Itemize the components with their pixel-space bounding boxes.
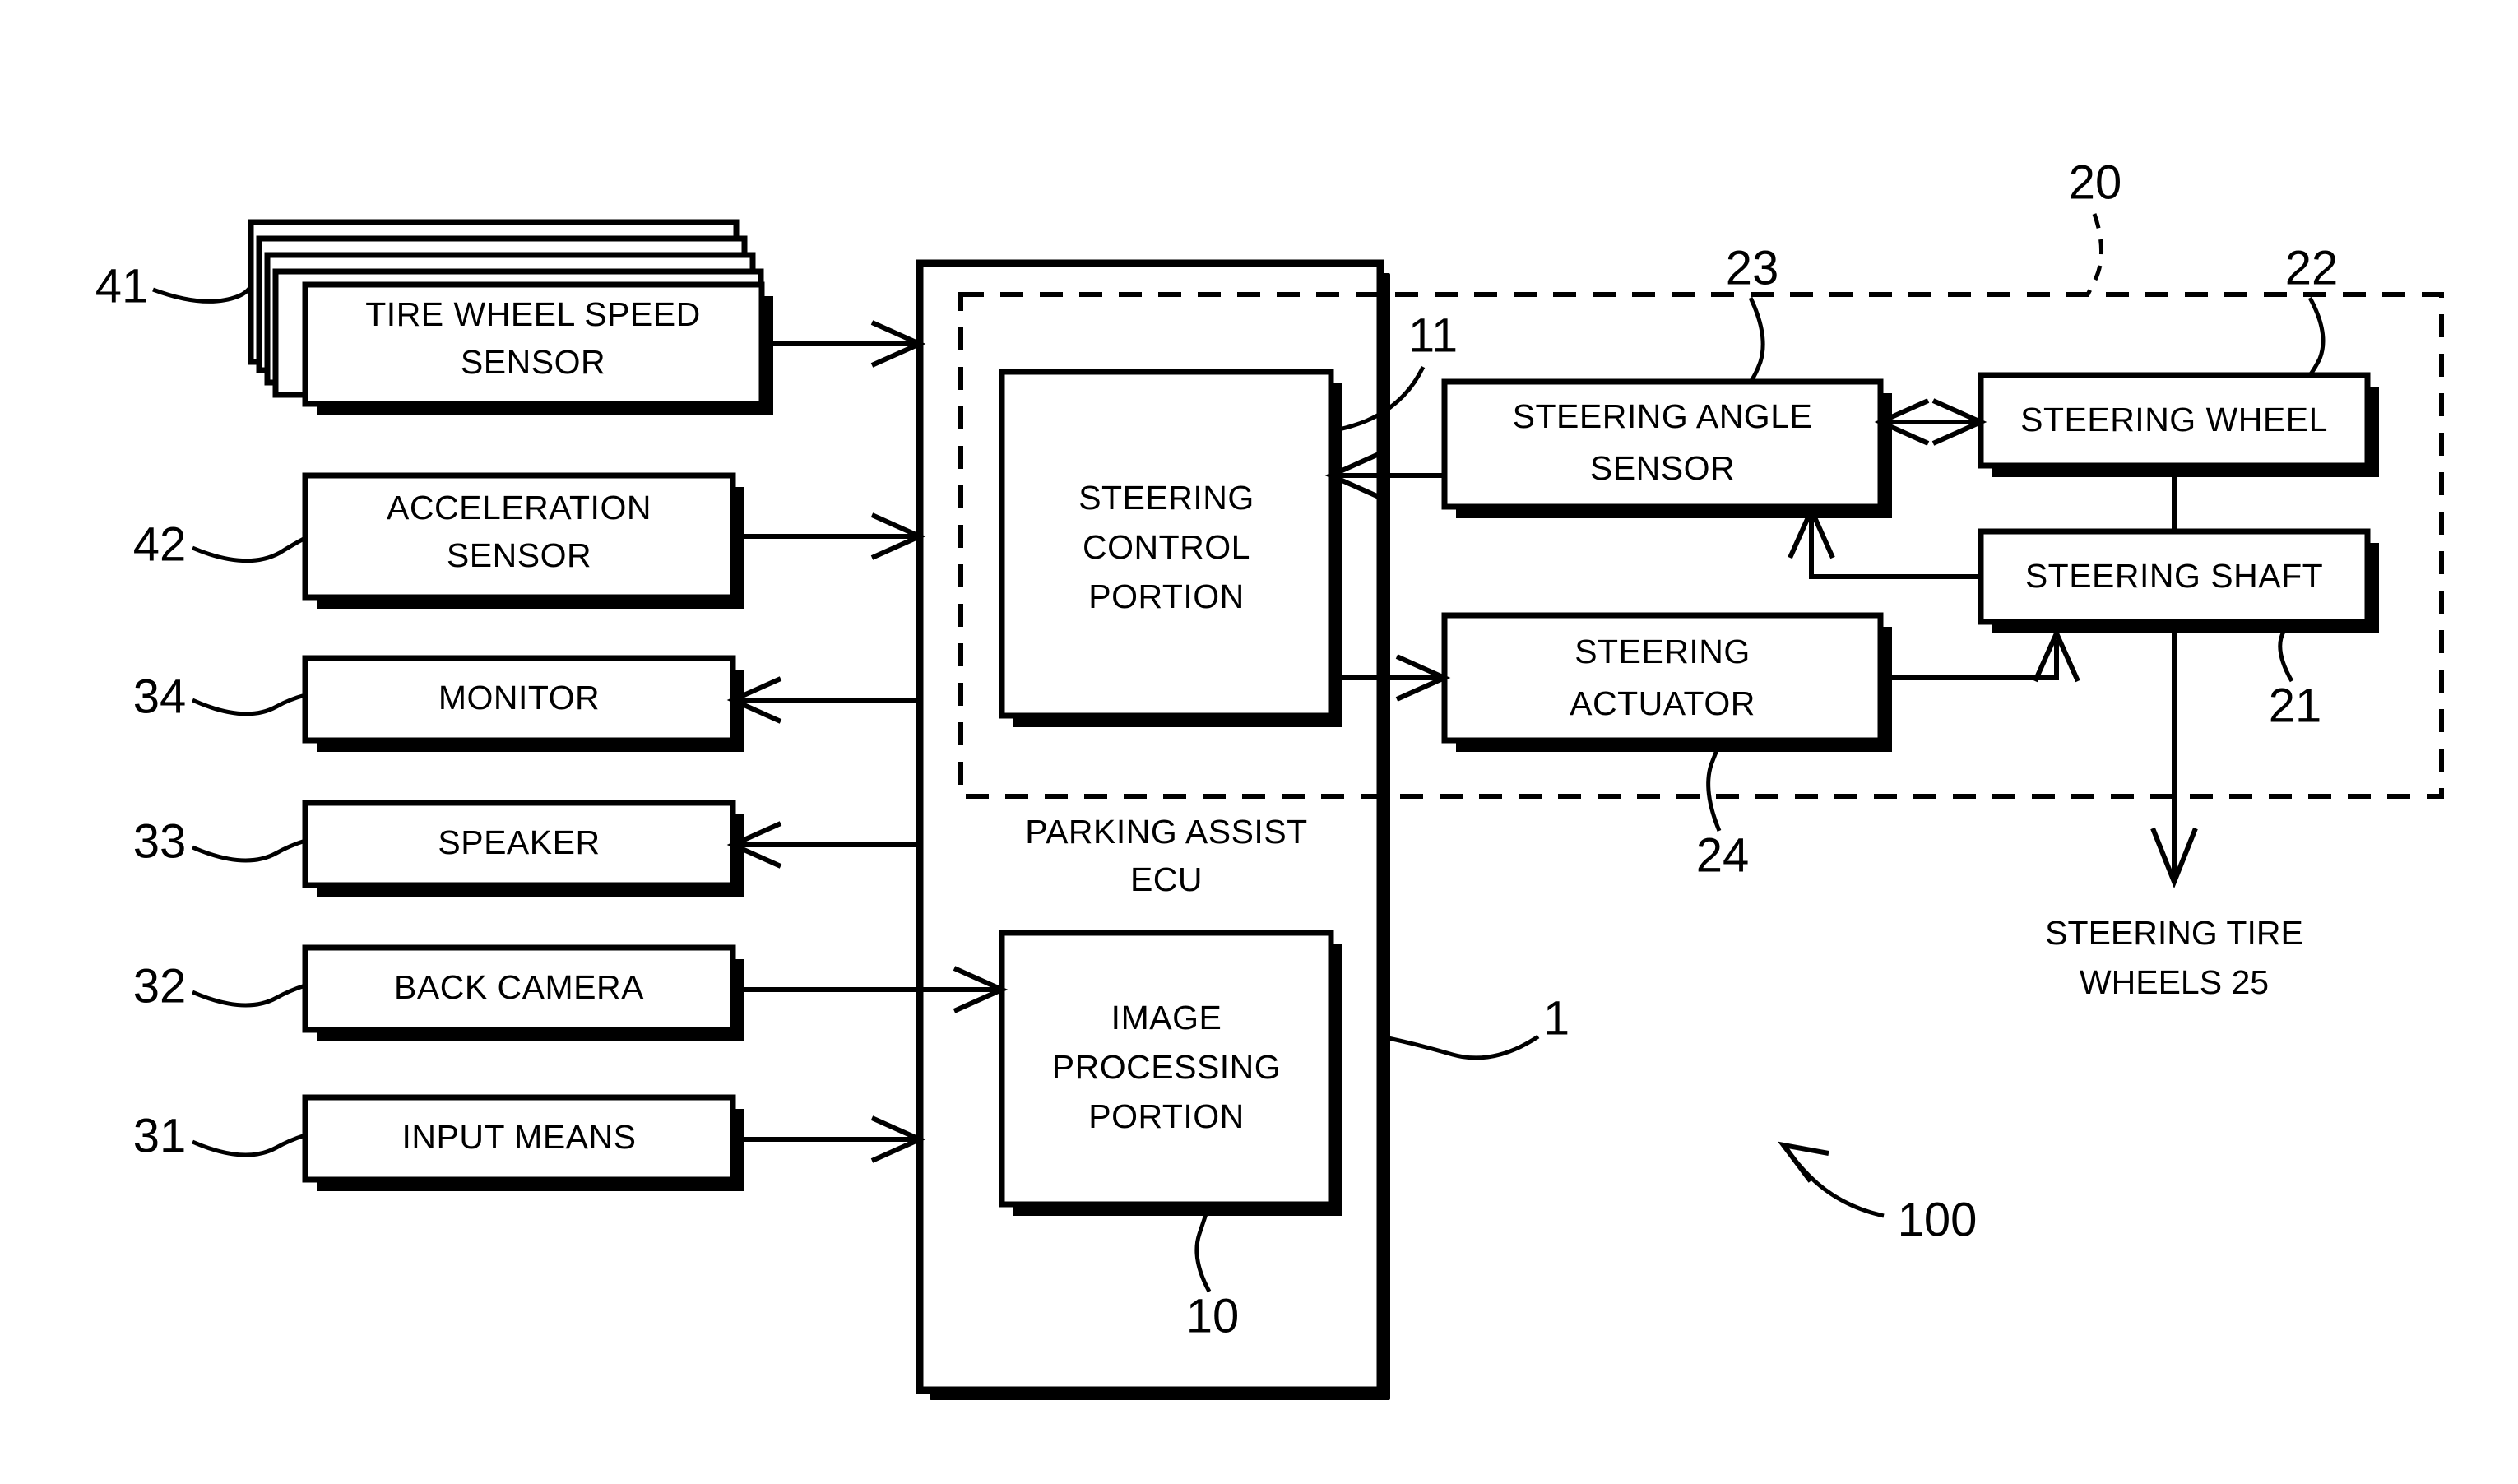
svg-text:10: 10	[1186, 1289, 1240, 1343]
acceleration-sensor-block[interactable]: ACCELERATION SENSOR	[302, 472, 744, 609]
steering-angle-sensor-label-2: SENSOR	[1590, 449, 1735, 487]
reference-23: 23	[1726, 241, 1779, 383]
svg-text:1: 1	[1543, 991, 1570, 1045]
steering-shaft-label: STEERING SHAFT	[2025, 557, 2323, 595]
connector-steering-shaft-to-steering-angle-sensor	[1788, 503, 1981, 579]
acceleration-sensor-label-1: ACCELERATION	[387, 489, 652, 526]
steering-tire-wheels-label-1: STEERING TIRE	[2045, 914, 2303, 952]
steering-control-portion-label-2: CONTROL	[1083, 528, 1250, 566]
svg-text:21: 21	[2269, 679, 2322, 732]
reference-41: 41	[95, 259, 253, 313]
input-means-block[interactable]: INPUT MEANS	[302, 1094, 744, 1191]
steering-wheel-label: STEERING WHEEL	[2020, 401, 2328, 438]
tire-wheel-speed-sensor-block[interactable]: TIRE WHEEL SPEED SENSOR	[248, 219, 773, 415]
reference-31: 31	[133, 1109, 306, 1162]
connector-tire-wheel-speed-sensor-to-ecu	[762, 320, 926, 368]
image-processing-portion-label-1: IMAGE	[1111, 999, 1222, 1036]
svg-text:34: 34	[133, 670, 187, 723]
steering-control-portion-block[interactable]: STEERING CONTROL PORTION	[999, 369, 1342, 727]
connector-steering-actuator-to-steering-shaft	[1880, 627, 2080, 683]
steering-tire-wheels-label-2: WHEELS 25	[2080, 963, 2269, 1001]
image-processing-portion-label-3: PORTION	[1088, 1097, 1245, 1135]
reference-21: 21	[2269, 619, 2322, 732]
monitor-block[interactable]: MONITOR	[302, 655, 744, 752]
svg-text:32: 32	[133, 959, 187, 1013]
connector-input-means-to-ecu	[733, 1115, 926, 1163]
svg-text:100: 100	[1898, 1193, 1978, 1246]
parking-assist-ecu-label-1: PARKING ASSIST	[1025, 813, 1307, 851]
connector-ecu-to-speaker	[726, 821, 920, 869]
reference-20: 20	[2069, 155, 2122, 296]
steering-angle-sensor-label-1: STEERING ANGLE	[1513, 397, 1813, 435]
reference-34: 34	[133, 670, 306, 723]
monitor-label: MONITOR	[438, 679, 600, 716]
connector-steering-angle-sensor-to-steering-wheel	[1874, 398, 1987, 446]
reference-24: 24	[1696, 740, 1750, 882]
connector-steering-shaft-to-tire-wheels	[2150, 622, 2198, 889]
back-camera-label: BACK CAMERA	[394, 968, 644, 1006]
speaker-label: SPEAKER	[438, 823, 600, 861]
svg-text:11: 11	[1408, 308, 1458, 362]
reference-22: 22	[2285, 241, 2339, 377]
svg-text:22: 22	[2285, 241, 2339, 294]
back-camera-block[interactable]: BACK CAMERA	[302, 944, 744, 1041]
figure-canvas: TIRE WHEEL SPEED SENSOR ACCELERATION SEN…	[0, 0, 2518, 1484]
reference-33: 33	[133, 814, 306, 868]
svg-text:24: 24	[1696, 828, 1750, 882]
acceleration-sensor-label-2: SENSOR	[447, 536, 591, 574]
steering-wheel-block[interactable]: STEERING WHEEL	[1978, 372, 2379, 477]
reference-1: 1	[1380, 991, 1570, 1060]
steering-shaft-block[interactable]: STEERING SHAFT	[1978, 528, 2379, 633]
svg-text:42: 42	[133, 517, 187, 571]
speaker-block[interactable]: SPEAKER	[302, 800, 744, 897]
steering-angle-sensor-block[interactable]: STEERING ANGLE SENSOR	[1441, 378, 1892, 518]
svg-text:41: 41	[95, 259, 149, 313]
svg-text:23: 23	[1726, 241, 1779, 294]
svg-text:20: 20	[2069, 155, 2122, 209]
connector-acceleration-sensor-to-ecu	[733, 512, 926, 560]
svg-text:31: 31	[133, 1109, 187, 1162]
image-processing-portion-block[interactable]: IMAGE PROCESSING PORTION	[999, 930, 1342, 1216]
reference-100: 100	[1778, 1141, 1978, 1246]
svg-text:33: 33	[133, 814, 187, 868]
steering-tire-wheels-label-group: STEERING TIRE WHEELS 25	[2045, 914, 2303, 1001]
parking-assist-ecu-label-2: ECU	[1130, 860, 1203, 898]
tire-wheel-speed-sensor-label-1: TIRE WHEEL SPEED	[365, 295, 700, 333]
reference-32: 32	[133, 959, 306, 1013]
steering-actuator-label-1: STEERING	[1574, 633, 1751, 670]
connector-ecu-to-monitor	[726, 676, 920, 724]
tire-wheel-speed-sensor-label-2: SENSOR	[461, 343, 605, 381]
steering-actuator-block[interactable]: STEERING ACTUATOR	[1441, 612, 1892, 752]
diagram-svg: TIRE WHEEL SPEED SENSOR ACCELERATION SEN…	[95, 155, 2444, 1400]
steering-control-portion-label-1: STEERING	[1078, 479, 1254, 517]
steering-control-portion-label-3: PORTION	[1088, 577, 1245, 615]
reference-42: 42	[133, 517, 307, 571]
input-means-label: INPUT MEANS	[402, 1118, 637, 1156]
steering-actuator-label-2: ACTUATOR	[1570, 684, 1755, 722]
image-processing-portion-label-2: PROCESSING	[1052, 1048, 1281, 1086]
